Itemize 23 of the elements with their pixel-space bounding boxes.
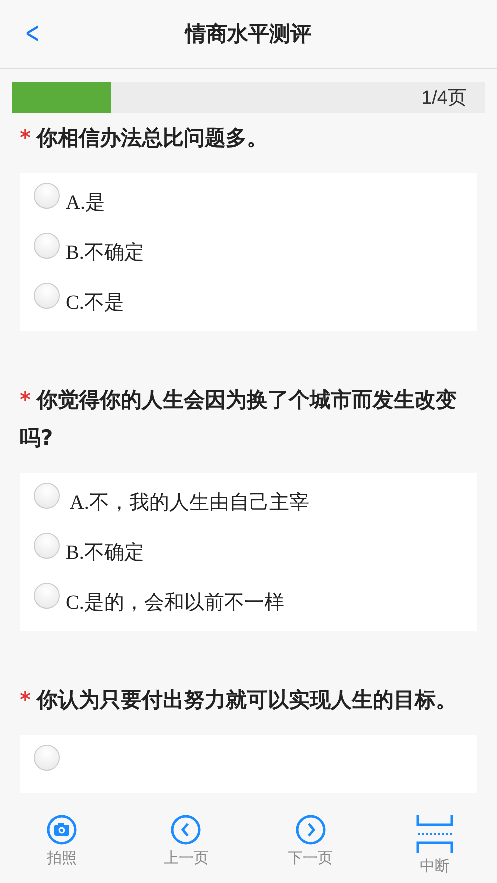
option-label[interactable]: C.不是: [66, 288, 124, 316]
radio-button[interactable]: [34, 583, 60, 609]
chevron-right-icon: [296, 815, 326, 845]
camera-icon: [47, 815, 78, 845]
question-text: * 你相信办法总比问题多。: [19, 125, 269, 152]
page-title: 情商水平测评: [186, 21, 312, 48]
option-label[interactable]: A.是: [66, 188, 106, 216]
option-label[interactable]: A.不，我的人生由自己主宰: [66, 488, 310, 516]
radio-button[interactable]: [34, 183, 60, 209]
radio-button[interactable]: [34, 745, 60, 771]
chevron-left-icon: [171, 815, 202, 845]
option-label[interactable]: B.不确定: [66, 238, 144, 266]
radio-button[interactable]: [34, 283, 60, 309]
radio-button[interactable]: [34, 483, 60, 509]
option-label[interactable]: C.是的，会和以前不一样: [66, 588, 284, 616]
radio-button[interactable]: [34, 233, 60, 259]
question-text: * 你觉得你的人生会因为换了个城市而发生改变吗?: [19, 387, 458, 452]
page-counter: 1/4页: [422, 86, 467, 110]
option-label[interactable]: B.不确定: [66, 538, 144, 566]
interrupt-icon: [414, 815, 455, 853]
radio-button[interactable]: [34, 533, 60, 559]
back-button[interactable]: <: [21, 16, 44, 51]
question-text: * 你认为只要付出努力就可以实现人生的目标。: [19, 687, 458, 714]
